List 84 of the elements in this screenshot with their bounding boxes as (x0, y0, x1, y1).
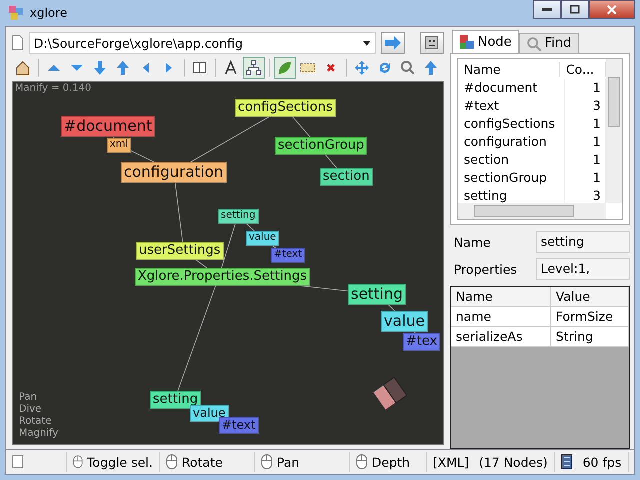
graph-node[interactable]: configSections (235, 99, 336, 118)
mouse-icon (356, 454, 368, 470)
status-text: Depth (372, 454, 410, 470)
face-button[interactable] (420, 32, 444, 54)
graph-node[interactable]: xml (107, 138, 132, 152)
mode-hint: Pan (19, 392, 38, 404)
properties-field[interactable]: Level:1, (536, 258, 630, 280)
graph-node[interactable]: value (381, 311, 428, 332)
arrow-up-icon (423, 60, 439, 76)
table-cell: serializeAs (451, 327, 551, 347)
status-text: [XML] (433, 454, 470, 470)
film-icon (560, 454, 573, 470)
status-text: Toggle sel. (87, 454, 153, 470)
arrow-down-icon (92, 60, 108, 76)
status-text: 60 fps (582, 454, 622, 470)
graph-node[interactable]: setting (218, 209, 259, 224)
graph-node[interactable]: section (320, 168, 373, 186)
column-header[interactable]: Name (458, 62, 560, 76)
close-button[interactable] (589, 0, 635, 19)
panel-tab[interactable]: Node (452, 30, 519, 53)
graph-node[interactable]: value (246, 231, 280, 246)
mode-hint: Dive (19, 404, 43, 416)
tree-icon (246, 60, 262, 76)
graph-node[interactable]: Xglore.Properties.Settings (135, 268, 310, 286)
table-cell: section (458, 151, 565, 169)
search-icon (526, 36, 542, 52)
table-cell: String (551, 327, 629, 347)
graph-node[interactable]: setting (348, 284, 406, 305)
leaf-button[interactable] (274, 57, 296, 79)
graph-node[interactable]: userSettings (136, 242, 224, 260)
mouse-icon (166, 454, 178, 470)
zoom-caption: Manify = 0.140 (15, 83, 92, 94)
move-icon (354, 60, 370, 76)
minimize-button[interactable] (533, 0, 561, 19)
graph-node[interactable]: #text (219, 417, 259, 434)
graph-node[interactable]: #text (271, 248, 306, 262)
table-cell: configSections (458, 115, 565, 133)
graph-canvas[interactable] (12, 81, 444, 445)
rotate-icon (377, 60, 393, 76)
blocks-icon (459, 34, 475, 50)
close-icon (607, 4, 617, 14)
table-cell: configuration (458, 133, 565, 151)
zoom-icon (400, 60, 416, 76)
maximize-button[interactable] (561, 0, 589, 19)
minimize-icon (542, 8, 552, 12)
status-text: (17 Nodes) (479, 454, 548, 470)
panel-icon (192, 60, 208, 76)
face-icon (425, 36, 439, 50)
window-title: xglore (30, 6, 68, 20)
path-combobox[interactable]: D:\SourceForge\xglore\app.config (29, 32, 376, 54)
vertical-scrollbar[interactable] (606, 59, 622, 203)
mode-hint: Rotate (19, 416, 53, 428)
field-label: Name (454, 234, 492, 250)
leaf-icon (277, 60, 293, 76)
field-label: Properties (454, 262, 518, 276)
table-cell: sectionGroup (458, 169, 565, 187)
maximize-icon (570, 5, 580, 14)
graph-node[interactable]: #tex (403, 333, 440, 352)
font-icon (223, 60, 239, 76)
mouse-icon (73, 454, 84, 470)
panel-tab[interactable]: Find (518, 33, 579, 53)
graph-node[interactable]: setting (150, 391, 202, 410)
status-text: Pan (277, 454, 300, 470)
name-field[interactable]: setting (536, 231, 630, 253)
file-icon (12, 35, 24, 51)
table-cell: #document (458, 79, 565, 97)
horizontal-scrollbar[interactable] (458, 203, 606, 219)
go-button[interactable] (381, 32, 405, 54)
mouse-icon (261, 454, 273, 470)
arrow-up-icon (115, 60, 131, 76)
mode-hint: Magnify (19, 428, 58, 440)
graph-node[interactable]: sectionGroup (275, 137, 368, 156)
status-text: Rotate (182, 454, 223, 470)
home-icon (15, 60, 31, 76)
graph-node[interactable]: value (190, 405, 229, 422)
dropdown-caret-icon (363, 40, 371, 46)
keyboard-icon (12, 455, 24, 469)
arrow-right-icon (384, 36, 402, 50)
graph-node[interactable]: #document (61, 116, 156, 137)
cube-icon (373, 377, 407, 411)
graph-node[interactable]: configuration (121, 162, 226, 183)
tree-button[interactable] (243, 57, 265, 79)
app-icon (8, 5, 24, 21)
table-cell: #text (458, 97, 565, 115)
